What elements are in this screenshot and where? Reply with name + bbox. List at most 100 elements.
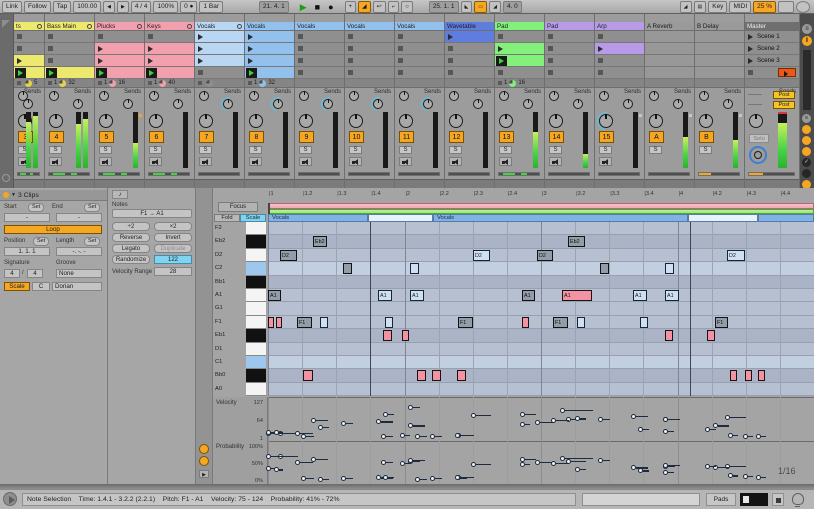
track-number-button[interactable]: B <box>699 131 714 143</box>
midi-note[interactable]: A1 <box>410 290 424 301</box>
link-button[interactable]: Link <box>2 0 22 13</box>
pan-knob[interactable] <box>749 114 763 128</box>
clip-slot[interactable] <box>345 43 394 55</box>
scene-play-icon[interactable] <box>748 45 753 52</box>
pan-knob[interactable] <box>499 114 513 128</box>
clip-position-set-button[interactable]: Set <box>33 237 50 246</box>
send-b-knob[interactable] <box>573 99 583 109</box>
send-b-knob[interactable] <box>623 99 633 109</box>
midi-note[interactable] <box>457 370 466 382</box>
mixer-section-toggle[interactable] <box>802 136 811 145</box>
midi-note[interactable]: A1 <box>522 290 535 301</box>
clip-slot[interactable] <box>95 55 144 67</box>
track-activator-button[interactable] <box>99 157 112 166</box>
track-header[interactable]: Keys <box>145 22 194 31</box>
punch-in-button[interactable]: ◣ <box>460 0 473 13</box>
midi-note[interactable] <box>522 316 529 328</box>
solo-button[interactable]: S <box>499 146 512 154</box>
status-small-button[interactable] <box>772 493 784 506</box>
solo-button[interactable]: S <box>349 146 362 154</box>
clip-scale-button[interactable]: Scale <box>4 282 30 291</box>
clip-slot[interactable] <box>695 67 744 79</box>
clip-slot[interactable] <box>695 31 744 43</box>
clip-slot[interactable] <box>195 31 244 43</box>
scene-slot[interactable]: Scene 3 <box>745 55 799 67</box>
pan-knob[interactable] <box>149 114 163 128</box>
send-a-knob[interactable] <box>449 91 459 101</box>
track-activator-button[interactable] <box>199 157 212 166</box>
midi-note[interactable]: F1 <box>297 316 312 328</box>
track-monitor-icon[interactable] <box>137 24 142 29</box>
clip-slot[interactable] <box>14 67 44 79</box>
solo-button[interactable]: S <box>299 146 312 154</box>
piano-key[interactable] <box>246 302 266 316</box>
clip-slot[interactable] <box>295 31 344 43</box>
track-activator-button[interactable] <box>549 157 562 166</box>
quantization-menu[interactable]: 1 Bar <box>199 0 224 13</box>
solo-button[interactable]: S <box>199 146 212 154</box>
pitch-range-display[interactable]: F1 → A1 <box>112 209 192 218</box>
piano-key[interactable] <box>246 289 266 303</box>
invert-button[interactable]: Invert <box>154 233 192 242</box>
clip-slot[interactable] <box>45 43 94 55</box>
loop-start-field[interactable]: 25. 1. 1 <box>428 0 459 13</box>
clip-slot[interactable] <box>95 31 144 43</box>
midi-note[interactable]: A1 <box>562 290 592 301</box>
clip-region-tab[interactable] <box>758 214 814 222</box>
send-b-knob[interactable] <box>173 99 183 109</box>
scene-overview-button[interactable]: ≡ <box>802 24 812 34</box>
mixer-section-toggle[interactable] <box>802 169 811 178</box>
track-number-button[interactable]: 15 <box>599 131 614 143</box>
track-number-button[interactable]: 5 <box>99 131 114 143</box>
tap-tempo-button[interactable]: Tap <box>52 0 72 13</box>
midi-note[interactable]: D2 <box>537 249 553 261</box>
pan-knob[interactable] <box>199 114 213 128</box>
midi-note[interactable] <box>730 370 737 382</box>
pan-knob[interactable] <box>49 114 63 128</box>
midi-map-button[interactable]: MIDI <box>729 0 752 13</box>
pan-knob[interactable] <box>699 114 713 128</box>
record-button[interactable]: ● <box>325 2 336 12</box>
track-activator-button[interactable] <box>249 157 262 166</box>
piano-key[interactable] <box>246 329 266 343</box>
send-b-knob[interactable] <box>723 99 733 109</box>
notification-icon[interactable] <box>792 493 804 507</box>
clip-region-tab[interactable]: Vocals <box>268 214 368 222</box>
send-b-knob[interactable] <box>73 99 83 109</box>
pan-knob[interactable] <box>449 114 463 128</box>
clip-end-value[interactable]: - <box>56 213 102 222</box>
back-to-arrangement-button[interactable] <box>2 20 10 28</box>
send-a-knob[interactable] <box>399 91 409 101</box>
focus-button[interactable]: Focus <box>218 202 258 212</box>
track-header[interactable]: Wavetable <box>445 22 494 31</box>
send-a-knob[interactable] <box>549 91 559 101</box>
stop-all-clips-button[interactable] <box>2 174 10 182</box>
clip-slot[interactable] <box>95 43 144 55</box>
beat-ruler[interactable]: |1 |1.2 |1.3 |1.4 |2 |2.2 |2.3 |2.4 |3 |3.2 |3.3 |3… <box>268 191 814 203</box>
groove-amount-field[interactable]: 100% <box>153 0 179 13</box>
double-time-button[interactable]: ×2 <box>154 222 192 231</box>
io-overview-button[interactable]: ⦀ <box>802 36 812 46</box>
loop-start-marker[interactable] <box>268 203 270 214</box>
track-header[interactable]: Master <box>745 22 799 31</box>
track-header[interactable]: Plucks <box>95 22 144 31</box>
key-map-button[interactable]: Key <box>708 0 728 13</box>
piano-key[interactable] <box>246 222 266 236</box>
clip-sig-numerator[interactable]: 4 <box>4 269 20 278</box>
clip-slot[interactable] <box>595 31 644 43</box>
midi-note[interactable]: A1 <box>378 290 392 301</box>
midi-note[interactable] <box>745 370 752 382</box>
clip-slot[interactable] <box>14 43 44 55</box>
clip-title-bar[interactable]: ▼ 3 Clips <box>0 190 107 201</box>
track-monitor-icon[interactable] <box>87 24 92 29</box>
midi-note[interactable] <box>417 370 426 382</box>
velocity-range-field[interactable]: 28 <box>154 267 192 276</box>
clip-slot[interactable] <box>445 67 494 79</box>
clip-slot[interactable] <box>595 55 644 67</box>
clip-slot[interactable] <box>395 67 444 79</box>
send-a-knob[interactable] <box>99 91 109 101</box>
stop-button[interactable]: ■ <box>312 2 323 12</box>
clip-slot[interactable] <box>14 55 44 67</box>
track-number-button[interactable]: A <box>649 131 664 143</box>
clip-slot[interactable] <box>495 67 544 79</box>
